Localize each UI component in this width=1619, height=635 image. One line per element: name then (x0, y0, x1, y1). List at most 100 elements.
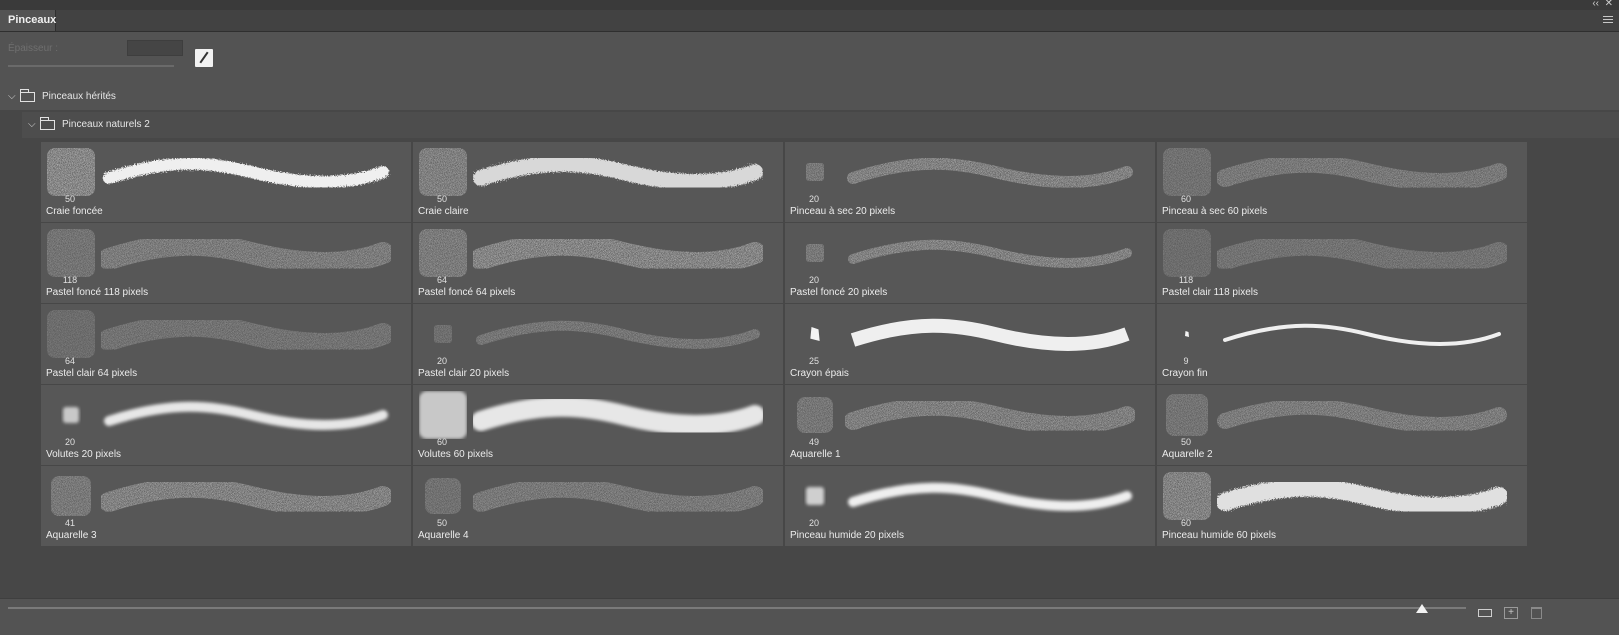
brush-size-label: 41 (64, 518, 75, 528)
brush-stroke-preview (473, 233, 763, 274)
brush-size-label: 49 (808, 437, 819, 447)
brush-tip-thumbnail (63, 407, 79, 423)
brush-name: Pinceau à sec 20 pixels (790, 206, 896, 217)
hamburger-menu-icon[interactable] (1603, 16, 1613, 25)
brush-name: Craie claire (418, 206, 469, 217)
brush-stroke-preview (103, 157, 389, 188)
brush-size-label: 64 (64, 356, 75, 366)
brush-stroke-preview (845, 397, 1135, 434)
folder-row-legacy[interactable]: ⌵ Pinceaux hérités (0, 84, 1619, 110)
brush-preset[interactable]: 60 Pinceau à sec 60 pixels (1157, 142, 1527, 222)
brush-preset[interactable]: 20 Volutes 20 pixels (41, 385, 411, 465)
brush-stroke-preview (850, 318, 1130, 351)
brush-tip-thumbnail (51, 476, 91, 516)
brush-size-label: 118 (62, 275, 78, 285)
brush-stroke-preview (101, 233, 391, 274)
brush-preset[interactable]: 50 Aquarelle 4 (413, 466, 783, 546)
brush-preset[interactable]: 49 Aquarelle 1 (785, 385, 1155, 465)
brush-size-label: 9 (1183, 356, 1189, 366)
brush-tip-thumbnail (434, 325, 452, 343)
toggle-brush-settings-icon[interactable] (195, 49, 213, 67)
preview-size-slider[interactable] (8, 607, 1466, 609)
brush-tip-thumbnail (47, 310, 95, 358)
brush-preset[interactable]: 50 Craie foncée (41, 142, 411, 222)
brush-tip-thumbnail (419, 391, 467, 439)
folder-icon (40, 117, 55, 130)
brush-stroke-preview (476, 320, 760, 349)
brush-name: Aquarelle 1 (790, 449, 841, 460)
brush-stroke-preview (104, 401, 388, 430)
brush-tip-thumbnail (1166, 394, 1208, 436)
brush-stroke-preview (1217, 154, 1507, 191)
brush-preset[interactable]: 64 Pastel clair 64 pixels (41, 304, 411, 384)
size-input[interactable] (127, 40, 183, 56)
chevron-down-icon[interactable]: ⌵ (8, 84, 16, 110)
brush-preset[interactable]: 50 Aquarelle 2 (1157, 385, 1527, 465)
brush-preset[interactable]: 64 Pastel foncé 64 pixels (413, 223, 783, 303)
brush-name: Aquarelle 2 (1162, 449, 1213, 460)
brush-name: Pastel clair 118 pixels (1162, 287, 1258, 298)
brush-preset[interactable]: 9 Crayon fin (1157, 304, 1527, 384)
brush-stroke-preview (1217, 233, 1507, 274)
brush-tip-thumbnail (419, 148, 467, 196)
brush-name: Pastel clair 20 pixels (418, 368, 510, 379)
brush-preset[interactable]: 60 Pinceau humide 60 pixels (1157, 466, 1527, 546)
brush-stroke-preview (473, 155, 763, 190)
brush-stroke-preview (847, 157, 1133, 188)
folder-row-natural[interactable]: ⌵ Pinceaux naturels 2 (22, 112, 1619, 138)
brush-size-label: 60 (1180, 194, 1191, 204)
brush-preset[interactable]: 20 Pinceau à sec 20 pixels (785, 142, 1155, 222)
brush-name: Volutes 20 pixels (46, 449, 122, 460)
brush-tip-thumbnail (1163, 229, 1211, 277)
size-slider[interactable] (8, 65, 174, 67)
brush-name: Pinceau humide 60 pixels (1162, 530, 1276, 541)
brush-tip-thumbnail (1163, 472, 1211, 520)
brush-size-label: 60 (436, 437, 447, 447)
folder-label: Pinceaux naturels 2 (62, 119, 150, 130)
brush-tip-thumbnail (806, 163, 824, 181)
brush-stroke-preview (1217, 478, 1507, 515)
brush-name: Aquarelle 4 (418, 530, 469, 541)
brush-stroke-preview (848, 482, 1132, 511)
brush-preset[interactable]: 50 Craie claire (413, 142, 783, 222)
folder-icon (20, 89, 35, 102)
close-panel-icon[interactable]: ✕ (1605, 0, 1613, 9)
brush-name: Craie foncée (46, 206, 103, 217)
size-label: Épaisseur : (8, 43, 59, 54)
brush-size-label: 20 (64, 437, 75, 447)
brush-name: Volutes 60 pixels (418, 449, 494, 460)
brush-preset[interactable]: 20 Pastel clair 20 pixels (413, 304, 783, 384)
collapse-panel-icon[interactable]: ‹‹ (1592, 0, 1599, 9)
brush-stroke-preview (101, 477, 391, 516)
brush-preset[interactable]: 60 Volutes 60 pixels (413, 385, 783, 465)
brush-stroke-preview (473, 396, 763, 435)
brush-list: ⌵ Pinceaux hérités ⌵ Pinceaux naturels 2… (0, 84, 1619, 598)
brush-stroke-preview (101, 314, 391, 355)
brush-size-label: 50 (436, 194, 447, 204)
brush-name: Crayon fin (1162, 368, 1208, 379)
panel-tab-bar: Pinceaux (0, 10, 1619, 32)
new-folder-icon[interactable] (1478, 609, 1492, 617)
preview-size-thumb[interactable] (1416, 604, 1429, 613)
brush-tip-thumbnail (1185, 331, 1189, 337)
panel-top-strip: ‹‹ ✕ (0, 0, 1619, 10)
tab-brushes[interactable]: Pinceaux (0, 10, 56, 31)
chevron-down-icon[interactable]: ⌵ (28, 112, 36, 138)
brush-name: Pinceau à sec 60 pixels (1162, 206, 1268, 217)
brush-preset[interactable]: 20 Pinceau humide 20 pixels (785, 466, 1155, 546)
brush-tip-thumbnail (47, 229, 95, 277)
brush-size-label: 25 (808, 356, 819, 366)
brush-preset[interactable]: 118 Pastel foncé 118 pixels (41, 223, 411, 303)
new-brush-icon[interactable]: + (1504, 607, 1518, 619)
brush-size-label: 50 (1180, 437, 1191, 447)
trash-icon[interactable] (1531, 607, 1542, 619)
brush-preset[interactable]: 25 Crayon épais (785, 304, 1155, 384)
brush-name: Pinceau humide 20 pixels (790, 530, 904, 541)
brush-preset[interactable]: 20 Pastel foncé 20 pixels (785, 223, 1155, 303)
brush-preset[interactable]: 41 Aquarelle 3 (41, 466, 411, 546)
brush-tip-thumbnail (425, 478, 461, 514)
brush-tip-thumbnail (47, 148, 95, 196)
brush-preset[interactable]: 118 Pastel clair 118 pixels (1157, 223, 1527, 303)
brush-size-label: 118 (1178, 275, 1194, 285)
brush-stroke-preview (848, 239, 1132, 268)
